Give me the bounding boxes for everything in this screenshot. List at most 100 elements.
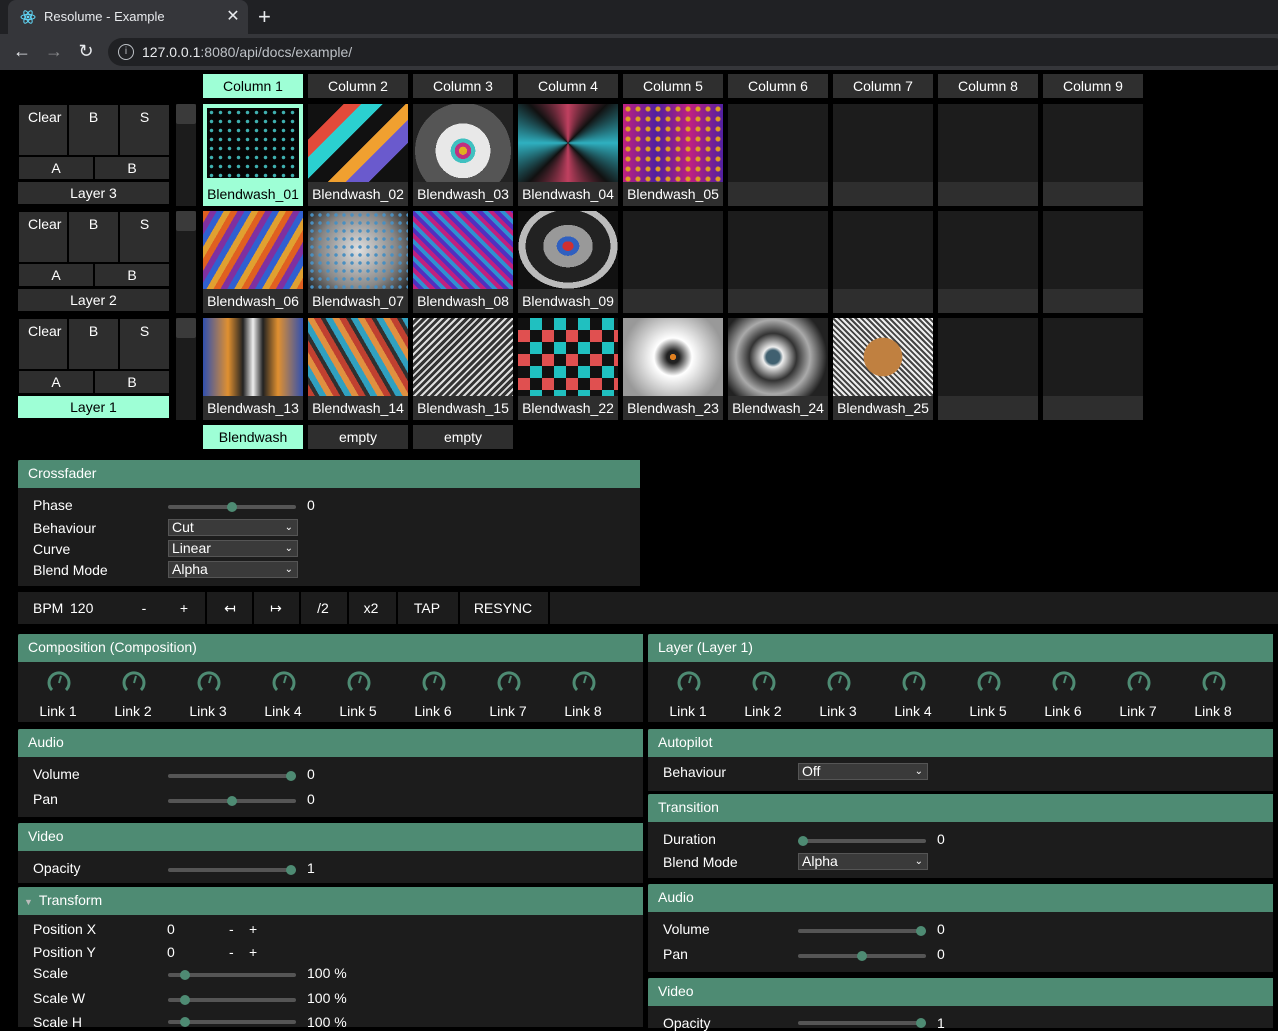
comp-opacity-slider[interactable]: [168, 865, 296, 875]
slider-knob[interactable]: [916, 926, 926, 936]
clip-slot[interactable]: Blendwash_13: [203, 318, 303, 420]
deck-tab[interactable]: empty: [413, 425, 513, 449]
layer-select-button[interactable]: [176, 211, 196, 231]
resync-button[interactable]: RESYNC: [462, 592, 544, 624]
clip-slot[interactable]: [938, 211, 1038, 313]
clip-thumbnail[interactable]: [623, 318, 723, 396]
slider-knob[interactable]: [179, 995, 190, 1005]
clip-slot[interactable]: Blendwash_05: [623, 104, 723, 206]
crossfader-b-button[interactable]: B: [94, 263, 170, 287]
layer-volume-slider[interactable]: [798, 926, 926, 936]
solo-button[interactable]: S: [119, 318, 170, 370]
clip-slot[interactable]: [1043, 318, 1143, 420]
knob-dial-icon[interactable]: [826, 670, 852, 699]
clip-thumbnail[interactable]: [413, 211, 513, 289]
clip-slot[interactable]: [1043, 211, 1143, 313]
knob-dial-icon[interactable]: [1126, 670, 1152, 699]
column-header-5[interactable]: Column 5: [623, 74, 723, 98]
clip-slot[interactable]: Blendwash_22: [518, 318, 618, 420]
transition-blend-select[interactable]: Alpha ⌄: [798, 853, 928, 870]
layer-pan-slider[interactable]: [798, 951, 926, 961]
curve-select[interactable]: Linear ⌄: [168, 540, 298, 557]
forward-icon[interactable]: →: [42, 41, 66, 62]
clip-thumbnail[interactable]: [203, 318, 303, 396]
double-bpm-button[interactable]: x2: [351, 592, 391, 624]
clip-slot[interactable]: [728, 104, 828, 206]
column-header-2[interactable]: Column 2: [308, 74, 408, 98]
autopilot-behaviour-select[interactable]: Off ⌄: [798, 763, 928, 780]
position-x-increase[interactable]: +: [249, 921, 257, 937]
clip-thumbnail[interactable]: [518, 318, 618, 396]
layer-name[interactable]: Layer 1: [18, 396, 169, 418]
bpm-decrease-button[interactable]: -: [130, 592, 158, 624]
slider-knob[interactable]: [857, 951, 867, 961]
knob-dial-icon[interactable]: [496, 670, 522, 699]
position-y-increase[interactable]: +: [249, 944, 257, 960]
tap-button[interactable]: TAP: [400, 592, 454, 624]
halve-bpm-button[interactable]: /2: [303, 592, 343, 624]
knob-dial-icon[interactable]: [901, 670, 927, 699]
clip-thumbnail[interactable]: [833, 318, 933, 396]
clip-slot[interactable]: Blendwash_14: [308, 318, 408, 420]
url-text[interactable]: 127.0.0.1:8080/api/docs/example/: [142, 44, 352, 60]
nudge-left-button[interactable]: ↤: [210, 592, 250, 624]
clip-slot[interactable]: Blendwash_09: [518, 211, 618, 313]
comp-volume-slider[interactable]: [168, 771, 296, 781]
bypass-button[interactable]: B: [68, 318, 119, 370]
reload-icon[interactable]: ↻: [74, 41, 98, 62]
clip-slot[interactable]: Blendwash_07: [308, 211, 408, 313]
column-header-9[interactable]: Column 9: [1043, 74, 1143, 98]
clip-thumbnail[interactable]: [728, 318, 828, 396]
knob-dial-icon[interactable]: [676, 670, 702, 699]
slider-knob[interactable]: [286, 771, 296, 781]
column-header-4[interactable]: Column 4: [518, 74, 618, 98]
column-header-1[interactable]: Column 1: [203, 74, 303, 98]
slider-knob[interactable]: [798, 836, 808, 846]
transform-header[interactable]: ▼ Transform: [18, 887, 643, 915]
bpm-value[interactable]: 120: [70, 592, 93, 624]
nudge-right-button[interactable]: ↦: [256, 592, 296, 624]
clip-slot[interactable]: Blendwash_23: [623, 318, 723, 420]
column-header-3[interactable]: Column 3: [413, 74, 513, 98]
position-x-value[interactable]: 0: [167, 921, 175, 937]
clip-slot[interactable]: Blendwash_03: [413, 104, 513, 206]
layer-name[interactable]: Layer 2: [18, 289, 169, 311]
solo-button[interactable]: S: [119, 211, 170, 263]
clip-slot[interactable]: Blendwash_08: [413, 211, 513, 313]
clip-thumbnail[interactable]: [623, 104, 723, 182]
clip-slot[interactable]: Blendwash_01: [203, 104, 303, 206]
knob-dial-icon[interactable]: [271, 670, 297, 699]
slider-knob[interactable]: [179, 970, 190, 980]
clip-slot[interactable]: Blendwash_15: [413, 318, 513, 420]
bypass-button[interactable]: B: [68, 104, 119, 156]
scale-slider[interactable]: [168, 970, 296, 980]
layer-name[interactable]: Layer 3: [18, 182, 169, 204]
deck-tab[interactable]: empty: [308, 425, 408, 449]
clip-slot[interactable]: [833, 211, 933, 313]
knob-dial-icon[interactable]: [121, 670, 147, 699]
layer-select-button[interactable]: [176, 104, 196, 124]
clip-thumbnail[interactable]: [207, 108, 299, 178]
position-y-decrease[interactable]: -: [229, 944, 234, 960]
clip-thumbnail[interactable]: [203, 211, 303, 289]
layer-select-button[interactable]: [176, 318, 196, 338]
clip-slot[interactable]: [833, 104, 933, 206]
knob-dial-icon[interactable]: [1201, 670, 1227, 699]
clip-slot[interactable]: [1043, 104, 1143, 206]
back-icon[interactable]: ←: [10, 41, 34, 62]
position-x-decrease[interactable]: -: [229, 921, 234, 937]
column-header-6[interactable]: Column 6: [728, 74, 828, 98]
clip-slot[interactable]: [623, 211, 723, 313]
column-header-7[interactable]: Column 7: [833, 74, 933, 98]
bypass-button[interactable]: B: [68, 211, 119, 263]
clip-slot[interactable]: [728, 211, 828, 313]
knob-dial-icon[interactable]: [346, 670, 372, 699]
browser-tab[interactable]: Resolume - Example ✕: [8, 0, 248, 34]
clip-thumbnail[interactable]: [518, 104, 618, 182]
slider-knob[interactable]: [227, 796, 237, 806]
crossfader-b-button[interactable]: B: [94, 156, 170, 180]
clear-button[interactable]: Clear: [18, 211, 68, 263]
clip-thumbnail[interactable]: [308, 318, 408, 396]
clip-slot[interactable]: [938, 318, 1038, 420]
duration-slider[interactable]: [798, 836, 926, 846]
